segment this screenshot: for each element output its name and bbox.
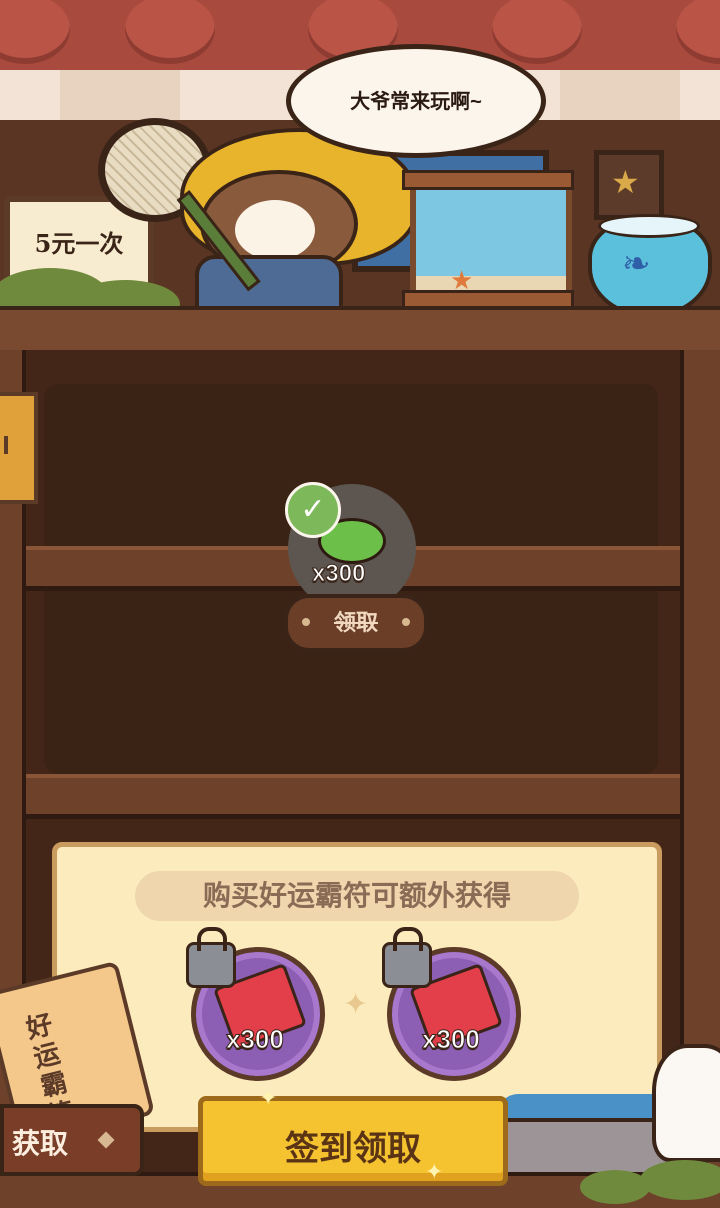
fish-icon: ❧ — [622, 245, 651, 283]
bonus-panel-title: 购买好运霸符可额外获得 — [135, 871, 579, 921]
speech-bubble-text: 大爷常来玩啊~ — [350, 91, 482, 113]
bonus-reward-1[interactable]: x300 — [186, 927, 325, 1081]
checkmark-icon: ✓ — [285, 482, 341, 538]
star-icon: ★ — [611, 164, 640, 200]
leaf-decoration — [580, 1170, 650, 1204]
otter-muzzle — [235, 200, 315, 260]
shelf-board — [22, 774, 680, 819]
menu-icon — [4, 436, 18, 454]
leaf-decoration — [640, 1160, 720, 1200]
speech-bubble: 大爷常来玩啊~ — [286, 44, 546, 158]
diamond-icon — [97, 1131, 115, 1149]
claimed-button[interactable]: 领取 — [284, 594, 428, 652]
sign-in-claim-button-label: 签到领取 — [285, 1130, 421, 1168]
white-cat — [652, 1044, 720, 1162]
sparkle-icon: ✦ — [343, 988, 369, 1021]
aquarium-frame — [402, 170, 574, 190]
wall-picture: ★ — [594, 150, 664, 220]
sign-in-claim-button[interactable]: 签到领取 ✦ ✦ — [198, 1085, 508, 1186]
price-sign-text: 5元一次 — [34, 229, 124, 258]
bonus-reward-2[interactable]: x300 — [382, 927, 521, 1081]
sparkle-icon: ✦ — [425, 1159, 444, 1184]
claimed-button-label: 领取 — [333, 610, 378, 635]
bonus-reward-quantity: x300 — [422, 1024, 481, 1055]
fishbowl-rim — [598, 214, 700, 238]
lock-icon — [186, 927, 236, 988]
game-screen: ★ 5元一次 大爷常来玩啊~ ★ ❧ ✓ x300 领取 购买好运霸符可额外获得… — [0, 0, 720, 1208]
get-charm-button[interactable]: 获取 — [0, 1104, 144, 1176]
lock-icon — [382, 927, 432, 988]
reward-quantity: x300 — [312, 560, 366, 588]
bonus-reward-quantity: x300 — [226, 1024, 285, 1055]
sparkle-icon: ✦ — [259, 1085, 278, 1110]
get-charm-button-label: 获取 — [12, 1128, 69, 1159]
side-menu-tab[interactable] — [0, 392, 38, 504]
